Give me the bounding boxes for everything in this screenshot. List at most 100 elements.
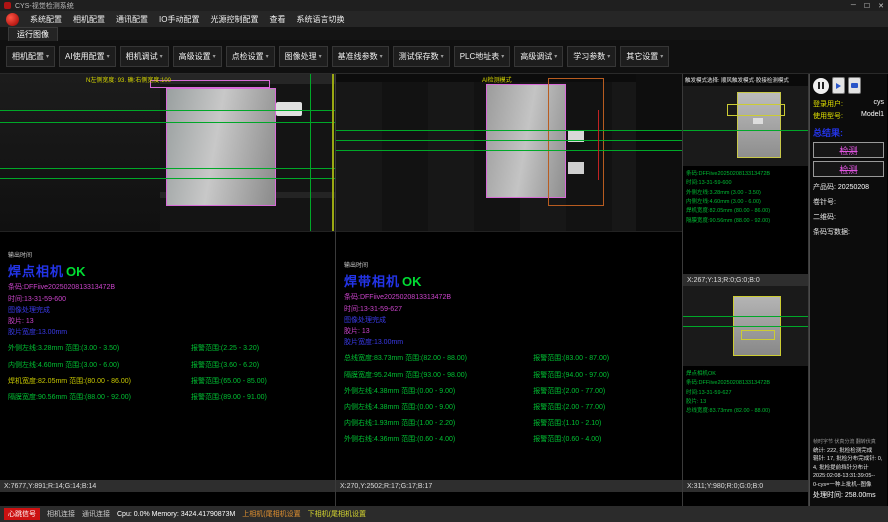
process-line: 图像处理完成 [344, 315, 676, 326]
pause-icon [818, 82, 824, 89]
toolbar-other-settings-button[interactable]: 其它设置 [620, 46, 669, 67]
measure-line [683, 130, 808, 131]
barcode-line: 条码:DFFiive2025020813313472B [8, 282, 329, 293]
pre-title: 输出时间 [344, 262, 676, 272]
measurement-row: 隔膜宽度:90.56mm 范围:(88.00 - 92.00)报警范围:(89.… [8, 392, 329, 403]
snapshot-button[interactable] [848, 77, 861, 94]
measurement-row: 隔膜宽度:95.24mm 范围:(93.00 - 98.00)报警范围:(94.… [344, 370, 676, 381]
process-line: 图像处理完成 [8, 305, 329, 316]
result-headline: 焊带相机OK [344, 272, 676, 293]
pixel-readout-thumb-top: X:267;Y:13;R:0;G:0;B:0 [683, 274, 808, 286]
thumb-panel-top: 条码:DFFiive2025020813313472B 时间:13-31-59-… [683, 86, 808, 286]
film-line: 胶片: 13 [8, 316, 329, 327]
measure-line [0, 168, 335, 169]
product-code-field: 产品码: 20250208 [813, 182, 884, 192]
stats-block: 统计: 222, 批检检测完成 辊针: 17, 批检分布完成针: 0, 4, 批… [813, 447, 884, 502]
pixel-readout-mid: X:270,Y:2502;R:17;G:17;B:17 [336, 480, 682, 492]
menu-system-config[interactable]: 系统配置 [30, 14, 62, 25]
login-user-row: 登录用户: cys [813, 99, 884, 109]
toolbar-plc-address-button[interactable]: PLC地址表 [454, 46, 511, 67]
camera-view-thumb-bottom[interactable] [683, 286, 808, 366]
tab-run-image[interactable]: 运行图像 [8, 27, 58, 41]
login-user-value: cys [874, 99, 885, 109]
toolbar-learning-params-button[interactable]: 学习参数 [567, 46, 616, 67]
total-result-label: 总结果: [813, 126, 884, 139]
roi-box [727, 104, 785, 116]
menu-language-switch[interactable]: 系统语言切换 [296, 14, 344, 25]
title-bar: CYS-视觉检测系统 ─ ☐ ✕ [0, 0, 888, 11]
toolbar-camera-debug-button[interactable]: 相机调试 [120, 46, 169, 67]
measurement-row: 外侧左线:4.38mm 范围:(0.00 - 9.00)报警范围:(2.00 -… [344, 386, 676, 397]
app-logo-icon [6, 13, 19, 26]
barcode-write-field: 条码写数据: [813, 227, 884, 237]
toolbar-ai-config-button[interactable]: AI使用配置 [59, 46, 116, 67]
measure-line [683, 316, 808, 317]
menu-io-manual-config[interactable]: IO手动配置 [159, 14, 199, 25]
toolbar-advanced-settings-button[interactable]: 高级设置 [173, 46, 222, 67]
camera-view-mid[interactable]: AI检测模式 [336, 74, 682, 232]
heartbeat-indicator: 心跳信号 [4, 508, 40, 520]
menu-camera-config[interactable]: 相机配置 [73, 14, 105, 25]
extra-line: 胶片宽度:13.00mm [344, 337, 676, 348]
run-controls [813, 77, 884, 94]
thumb-panel-bottom: 焊点相机OK 条码:DFFiive2025020813313472B 时间:13… [683, 286, 808, 506]
measurement-row: 内侧右线:1.93mm 范围:(1.00 - 2.20)报警范围:(1.10 -… [344, 418, 676, 429]
toolbar-image-processing-button[interactable]: 图像处理 [279, 46, 328, 67]
live-view-button[interactable] [832, 77, 845, 94]
measure-line [0, 122, 335, 123]
inspection-object [737, 92, 781, 158]
thumb-bottom-text: 焊点相机OK 条码:DFFiive2025020813313472B 时间:13… [683, 366, 808, 480]
camera-view-left[interactable]: N左侧宽度: 93. 确:右侧宽度:100 [0, 74, 335, 232]
status-badge: OK [402, 274, 422, 289]
pause-button[interactable] [813, 78, 829, 94]
trigger-mode-label: 触发模式选择: 顺风触发模式·胶接检测模式 [683, 74, 808, 86]
toolbar-baseline-params-button[interactable]: 基准线参数 [332, 46, 389, 67]
thumbnail-column: 触发模式选择: 顺风触发模式·胶接检测模式 条码:DFFiive20250208… [683, 74, 809, 506]
toolbar-spot-check-button[interactable]: 点检设置 [226, 46, 275, 67]
measurement-row: 外侧左线:3.28mm 范围:(3.00 - 3.50)报警范围:(2.25 -… [8, 343, 329, 354]
measurement-row: 焊机宽度:82.05mm 范围:(80.00 - 86.00)报警范围:(65.… [8, 376, 329, 387]
camera-view-thumb-top[interactable] [683, 86, 808, 166]
glint-highlight [568, 162, 584, 174]
result-box-1: 检测 [813, 142, 884, 158]
menu-comm-config[interactable]: 通讯配置 [116, 14, 148, 25]
main-area: N左侧宽度: 93. 确:右侧宽度:100 输出时间 焊点相机OK 条码:DFF… [0, 74, 888, 506]
measurement-row: 总线宽度:83.73mm 范围:(82.00 - 88.00)报警范围:(83.… [344, 353, 676, 364]
toolbar-test-save-button[interactable]: 测试保存数 [393, 46, 450, 67]
panel-edge-line [332, 74, 334, 231]
result-text-left: 输出时间 焊点相机OK 条码:DFFiive2025020813313472B … [0, 232, 335, 480]
window-title: CYS-视觉检测系统 [15, 1, 74, 11]
pre-title: 输出时间 [8, 252, 329, 262]
close-button[interactable]: ✕ [878, 2, 884, 10]
result-text-mid: 输出时间 焊带相机OK 条码:DFFiive2025020813313472B … [336, 232, 682, 480]
status-badge: OK [66, 264, 86, 279]
time-line: 时间:13-31-59-627 [344, 304, 676, 315]
toolbar-advanced-debug-button[interactable]: 高级调试 [514, 46, 563, 67]
cpu-memory-readout: Cpu: 0.0% Memory: 3424.41790873M [117, 511, 235, 518]
measurement-row: 外侧右线:4.36mm 范围:(0.60 - 4.00)报警范围:(0.60 -… [344, 434, 676, 445]
barcode-line: 条码:DFFiive2025020813313472B [344, 292, 676, 303]
machine-shadow [0, 74, 160, 231]
minimize-button[interactable]: ─ [851, 2, 856, 10]
inspection-object [166, 88, 276, 206]
measure-line [336, 140, 682, 141]
pixel-readout-thumb-bottom: X:311;Y:980;R:0;G:0;B:0 [683, 480, 808, 492]
maximize-button[interactable]: ☐ [864, 2, 870, 10]
tool-bar: 相机配置 AI使用配置 相机调试 高级设置 点检设置 图像处理 基准线参数 测试… [0, 40, 888, 74]
connector-part [276, 102, 302, 116]
measure-line [0, 110, 335, 111]
roi-box [741, 330, 775, 340]
info-sidebar: 登录用户: cys 使用型号: Model1 总结果: 检测 检测 产品码: 2… [809, 74, 887, 506]
app-icon [4, 2, 11, 9]
toolbar-camera-config-button[interactable]: 相机配置 [6, 46, 55, 67]
ai-roi-box [548, 78, 604, 206]
result-headline: 焊点相机OK [8, 262, 329, 283]
model-value: Model1 [861, 111, 884, 121]
overlay-measure-label: N左侧宽度: 93. 确:右侧宽度:100 [86, 75, 171, 84]
menu-view[interactable]: 查看 [269, 14, 285, 25]
left-camera-panel: N左侧宽度: 93. 确:右侧宽度:100 输出时间 焊点相机OK 条码:DFF… [0, 74, 336, 506]
glint-highlight [753, 118, 763, 124]
menu-light-control-config[interactable]: 光源控制配置 [210, 14, 258, 25]
measurement-row: 内侧左线:4.60mm 范围:(3.00 - 6.00)报警范围:(3.60 -… [8, 360, 329, 371]
camera-link-indicator: 相机连接 [47, 509, 75, 519]
